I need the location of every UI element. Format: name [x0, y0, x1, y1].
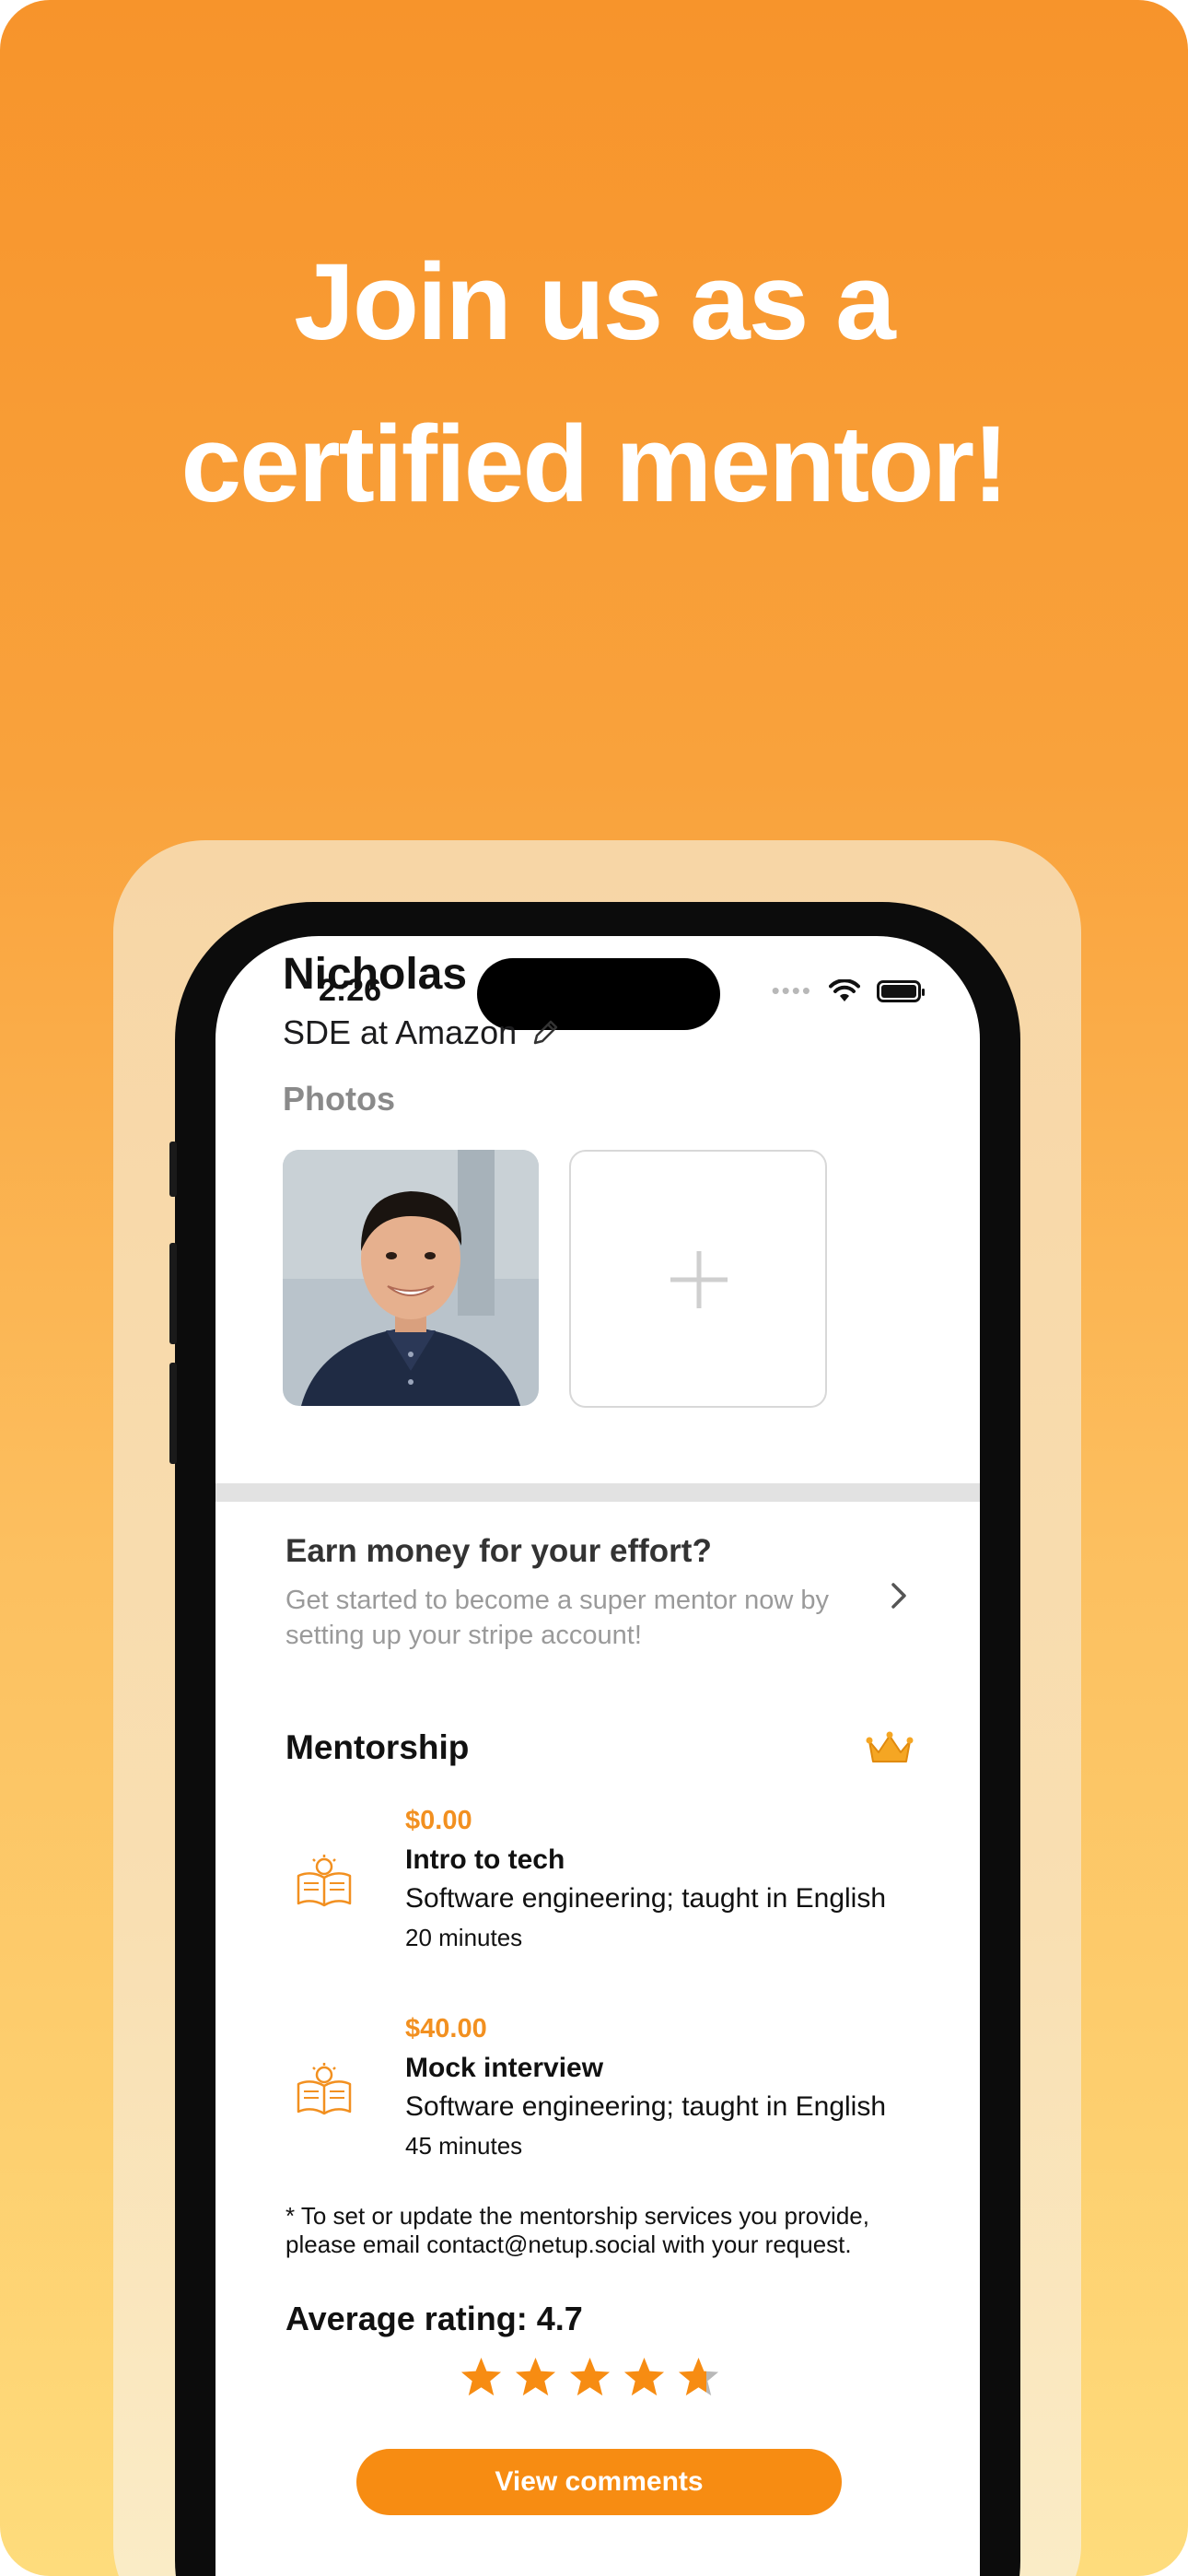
earn-description: Get started to become a super mentor now… [285, 1586, 829, 1650]
service-description: Software engineering; taught in English [405, 1883, 887, 1914]
hero-line-1: Join us as a [294, 241, 896, 363]
phone-frame: Nicholas 2:26 •••• SDE at Amazon Photos … [169, 902, 1020, 2576]
average-rating: Average rating: 4.7 [285, 2300, 583, 2337]
service-description: Software engineering; taught in English [405, 2091, 887, 2122]
app-screen: Nicholas 2:26 •••• SDE at Amazon Photos … [215, 936, 980, 2576]
service-item-mock-interview[interactable]: $40.00 Mock interview Software engineeri… [215, 2014, 980, 2198]
wifi-icon [829, 978, 860, 1001]
view-comments-button[interactable]: View comments [356, 2449, 842, 2515]
star-icon [515, 2357, 556, 2396]
star-icon [623, 2357, 665, 2396]
chevron-right-icon [891, 1583, 906, 1609]
service-price: $40.00 [405, 2014, 487, 2043]
mentorship-title: Mentorship [285, 1728, 470, 1766]
pencil-icon[interactable] [530, 1017, 561, 1048]
hero-headline: Join us as a certified mentor! [0, 221, 1188, 545]
service-name: Intro to tech [405, 1844, 565, 1875]
plus-icon [670, 1251, 728, 1308]
mentorship-note: * To set or update the mentorship servic… [285, 2202, 869, 2258]
cellular-signal-icon: •••• [771, 977, 812, 1004]
photos-label: Photos [283, 1080, 395, 1118]
profile-photo[interactable] [283, 1150, 539, 1406]
service-price: $0.00 [405, 1806, 472, 1835]
section-divider [215, 1483, 980, 1502]
service-name: Mock interview [405, 2053, 604, 2083]
service-item-intro-to-tech[interactable]: $0.00 Intro to tech Software engineering… [215, 1806, 980, 1990]
phone-action-button [169, 1142, 177, 1197]
book-lightbulb-icon [297, 1855, 352, 1907]
promo-page: Join us as a certified mentor! Nicholas … [0, 0, 1188, 2576]
star-icon [460, 2357, 502, 2396]
crown-icon [866, 1731, 914, 1762]
phone-volume-up-button [169, 1243, 177, 1344]
rating-stars [459, 2355, 721, 2400]
status-icons: •••• [771, 977, 925, 1005]
profile-role: SDE at Amazon [283, 1013, 561, 1052]
add-photo-button[interactable] [569, 1150, 827, 1408]
earn-title: Earn money for your effort? [285, 1533, 712, 1569]
status-time: 2:26 [319, 973, 382, 1008]
service-duration: 45 minutes [405, 2132, 523, 2160]
star-icon [569, 2357, 611, 2396]
book-lightbulb-icon [297, 2063, 352, 2115]
star-half-icon [678, 2357, 719, 2396]
hero-line-2: certified mentor! [181, 404, 1008, 525]
profile-role-text: SDE at Amazon [283, 1013, 518, 1051]
service-duration: 20 minutes [405, 1924, 523, 1951]
battery-icon [877, 979, 925, 1002]
phone-volume-down-button [169, 1363, 177, 1464]
